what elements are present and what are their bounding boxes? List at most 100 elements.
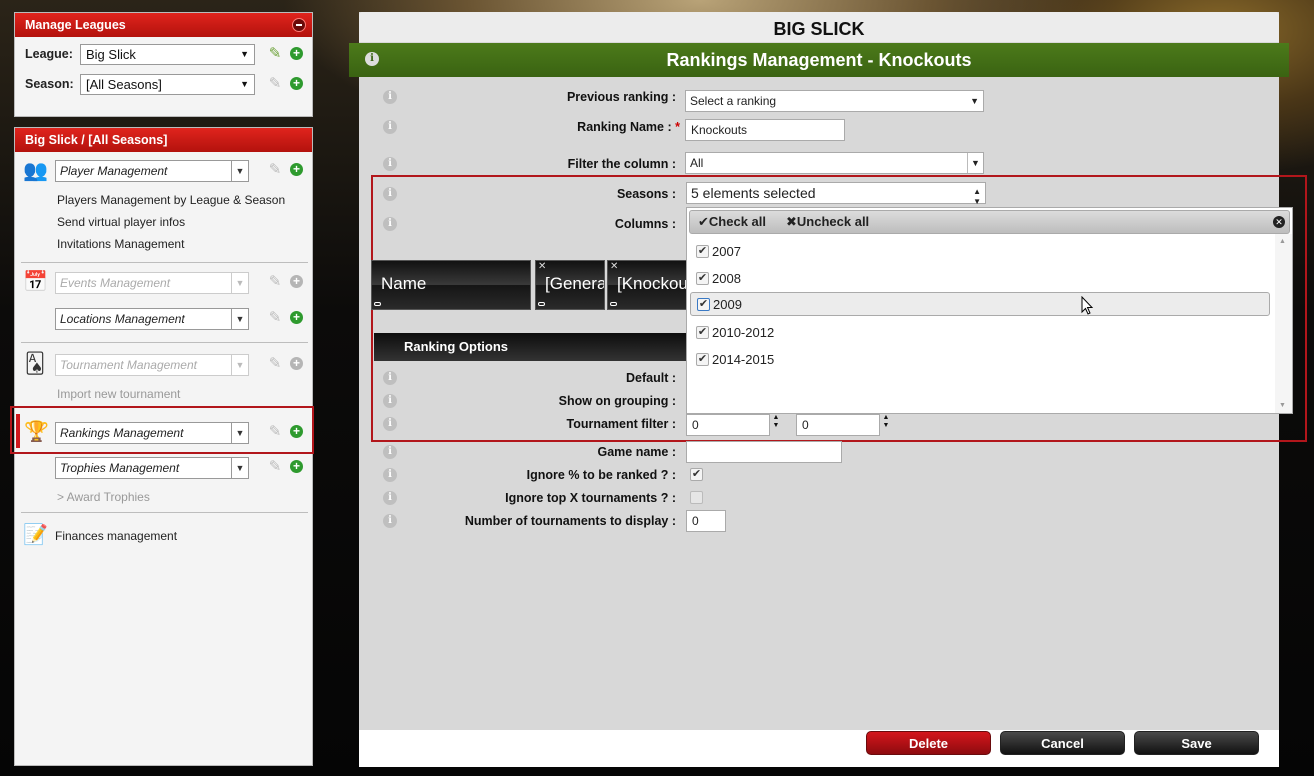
award-trophies-link[interactable]: > Award Trophies (57, 490, 150, 504)
game-name-input[interactable] (686, 441, 842, 463)
filter-column-select[interactable]: All ▼ (685, 152, 984, 174)
send-virtual-link[interactable]: Send virtual player infos (57, 215, 185, 229)
previous-ranking-label: Previous ranking : (566, 90, 676, 104)
league-select[interactable]: Big Slick ▼ (80, 44, 255, 65)
info-icon[interactable]: i (383, 157, 397, 171)
add-trophy-icon[interactable]: + (290, 460, 303, 473)
add-season-icon[interactable]: + (290, 77, 303, 90)
column-general[interactable]: ✕ [Genera (535, 260, 605, 310)
season-label: Season: (25, 77, 74, 91)
divider (21, 262, 308, 263)
add-player-icon[interactable]: + (290, 163, 303, 176)
uncheck-all-button[interactable]: ✖Uncheck all (786, 211, 869, 233)
columns-label: Columns : (614, 217, 676, 231)
info-icon[interactable]: i (383, 468, 397, 482)
save-button[interactable]: Save (1134, 731, 1259, 755)
sort-icon: ▲ ▼ (973, 187, 981, 206)
ranking-name-input[interactable]: Knockouts (685, 119, 845, 141)
column-knockouts[interactable]: ✕ [Knockou (607, 260, 687, 310)
cancel-button[interactable]: Cancel (1000, 731, 1125, 755)
cards-icon: 🂡 (24, 353, 46, 375)
ignore-percent-label: Ignore % to be ranked ? : (526, 468, 676, 482)
resize-handle[interactable] (538, 302, 545, 306)
dropdown-scrollbar[interactable]: ▲ ▼ (1275, 234, 1292, 413)
stepper-icon[interactable]: ▲ ▼ (771, 414, 781, 430)
column-name[interactable]: Name (371, 260, 531, 310)
active-marker (16, 414, 20, 448)
game-name-label: Game name : (597, 445, 676, 459)
edit-icon[interactable]: ✎ (267, 424, 283, 440)
season-select[interactable]: [All Seasons] ▼ (80, 74, 255, 95)
checkbox-checked-icon[interactable]: ✔ (696, 245, 709, 258)
tournament-management-select: Tournament Management ▼ (55, 354, 249, 376)
checkbox-checked-icon[interactable]: ✔ (696, 353, 709, 366)
scroll-up-icon[interactable]: ▲ (1279, 238, 1286, 245)
previous-ranking-select[interactable]: Select a ranking ▼ (685, 90, 984, 112)
rankings-management-select[interactable]: Rankings Management ▼ (55, 422, 249, 444)
info-icon[interactable]: i (383, 371, 397, 385)
dropdown-header: ✔Check all ✖Uncheck all ✕ (689, 210, 1290, 234)
close-icon[interactable]: ✕ (538, 261, 546, 273)
x-icon: ✖ (786, 214, 797, 229)
info-icon[interactable]: i (383, 491, 397, 505)
seasons-label: Seasons : (616, 187, 676, 201)
resize-handle[interactable] (610, 302, 617, 306)
add-event-icon: + (290, 275, 303, 288)
season-option[interactable]: ✔ 2014-2015 (690, 348, 1270, 372)
import-tournament-link[interactable]: Import new tournament (57, 387, 180, 401)
seasons-multiselect[interactable]: 5 elements selected ▲ ▼ (686, 182, 986, 206)
stepper-icon[interactable]: ▲ ▼ (881, 414, 891, 430)
num-tournaments-input[interactable]: 0 (686, 510, 726, 532)
events-management-select: Events Management ▼ (55, 272, 249, 294)
info-icon[interactable]: i (383, 217, 397, 231)
default-label: Default : (626, 371, 676, 385)
player-management-select[interactable]: Player Management ▼ (55, 160, 249, 182)
tournament-filter-label: Tournament filter : (566, 417, 677, 431)
close-icon[interactable]: ✕ (1273, 216, 1285, 228)
required-mark: * (675, 120, 680, 134)
chevron-down-icon: ▼ (231, 273, 248, 293)
season-option[interactable]: ✔ 2010-2012 (690, 321, 1270, 345)
chevron-down-icon: ▼ (967, 153, 983, 173)
info-icon[interactable]: i (383, 445, 397, 459)
checkbox-checked-icon[interactable]: ✔ (697, 298, 710, 311)
invitations-link[interactable]: Invitations Management (57, 237, 184, 251)
info-icon[interactable]: i (383, 394, 397, 408)
checkbox-checked-icon[interactable]: ✔ (696, 272, 709, 285)
close-icon[interactable]: ✕ (610, 261, 618, 273)
players-by-league-link[interactable]: Players Management by League & Season (57, 193, 285, 207)
info-icon[interactable]: i (383, 90, 397, 104)
locations-management-select[interactable]: Locations Management ▼ (55, 308, 249, 330)
checkbox-checked-icon[interactable]: ✔ (696, 326, 709, 339)
edit-league-icon[interactable]: ✎ (267, 46, 283, 62)
calendar-icon: 📅 (23, 271, 48, 293)
info-icon[interactable]: i (383, 417, 397, 431)
add-location-icon[interactable]: + (290, 311, 303, 324)
trophies-management-select[interactable]: Trophies Management ▼ (55, 457, 249, 479)
ignore-percent-checkbox[interactable]: ✔ (690, 468, 703, 481)
info-icon[interactable]: i (383, 514, 397, 528)
edit-icon: ✎ (268, 309, 282, 326)
chevron-down-icon: ▼ (240, 49, 249, 59)
resize-handle[interactable] (374, 302, 381, 306)
league-title: BIG SLICK (359, 12, 1279, 42)
tournament-filter-min[interactable]: 0 (686, 414, 770, 436)
edit-icon: ✎ (268, 161, 282, 178)
add-league-icon[interactable]: + (290, 47, 303, 60)
collapse-icon[interactable] (292, 18, 306, 32)
info-icon[interactable]: i (383, 120, 397, 134)
check-all-button[interactable]: ✔Check all (698, 211, 766, 233)
season-option[interactable]: ✔ 2008 (690, 267, 1270, 291)
finances-link[interactable]: Finances management (55, 529, 177, 543)
filter-column-label: Filter the column : (567, 157, 676, 171)
scroll-down-icon[interactable]: ▼ (1279, 402, 1286, 409)
season-option[interactable]: ✔ 2007 (690, 240, 1270, 264)
add-ranking-icon[interactable]: + (290, 425, 303, 438)
ranking-options-header: Ranking Options (374, 333, 704, 361)
info-icon[interactable]: i (365, 52, 379, 66)
edit-icon: ✎ (268, 458, 282, 475)
info-icon[interactable]: i (383, 187, 397, 201)
season-option-hovered[interactable]: ✔ 2009 (690, 292, 1270, 316)
delete-button[interactable]: Delete (866, 731, 991, 755)
tournament-filter-max[interactable]: 0 (796, 414, 880, 436)
